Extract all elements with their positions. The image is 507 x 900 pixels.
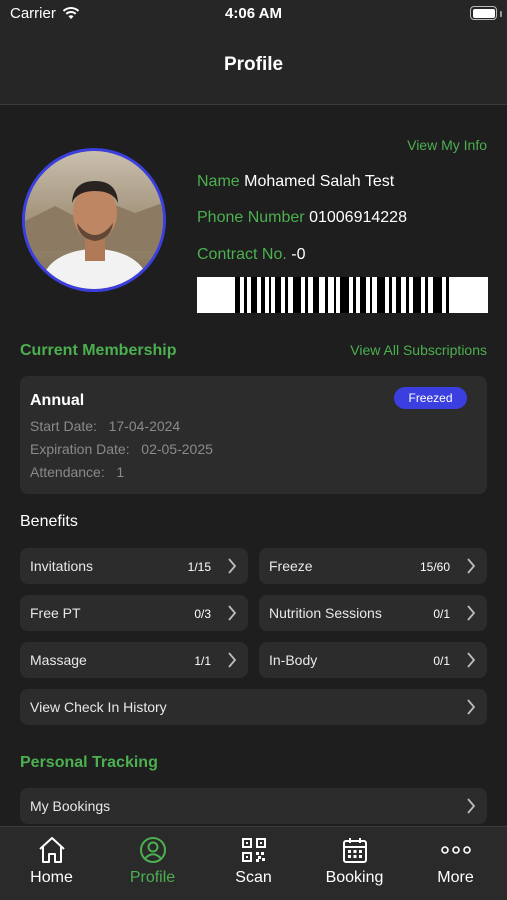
benefit-count: 0/3 xyxy=(194,607,211,621)
contract-label: Contract No. xyxy=(197,246,287,263)
phone-label: Phone Number xyxy=(197,209,305,226)
tab-label: Booking xyxy=(325,869,384,886)
chevron-right-icon xyxy=(467,605,476,621)
tab-home[interactable]: Home xyxy=(1,827,102,900)
benefit-label: Massage xyxy=(30,652,87,668)
benefit-label: Freeze xyxy=(269,558,313,574)
profile-icon xyxy=(140,837,166,863)
page-title: Profile xyxy=(223,54,284,75)
barcode xyxy=(197,277,488,313)
tab-profile[interactable]: Profile xyxy=(102,827,203,900)
plan-name: Annual xyxy=(30,392,85,409)
status-bar: Carrier 4:06 AM xyxy=(0,0,507,28)
chevron-right-icon xyxy=(228,558,237,574)
name-row: Name Mohamed Salah Test xyxy=(197,173,394,191)
benefit-massage[interactable]: Massage 1/1 xyxy=(20,642,248,678)
chevron-right-icon xyxy=(467,699,476,715)
my-bookings-label: My Bookings xyxy=(30,798,111,814)
avatar xyxy=(22,148,166,292)
benefit-label: Invitations xyxy=(30,558,94,574)
membership-card[interactable]: Annual Freezed Start Date: 17-04-2024 Ex… xyxy=(20,376,487,494)
benefit-free-pt[interactable]: Free PT 0/3 xyxy=(20,595,248,631)
benefit-nutrition-sessions[interactable]: Nutrition Sessions 0/1 xyxy=(259,595,487,631)
more-dots-icon xyxy=(441,846,471,854)
chevron-right-icon xyxy=(228,605,237,621)
benefit-count: 0/1 xyxy=(433,607,450,621)
status-badge: Freezed xyxy=(394,387,467,409)
name-value: Mohamed Salah Test xyxy=(244,173,395,190)
benefit-invitations[interactable]: Invitations 1/15 xyxy=(20,548,248,584)
contract-value: -0 xyxy=(291,246,306,263)
start-date-line: Start Date: 17-04-2024 xyxy=(30,418,180,434)
battery-cap xyxy=(500,11,502,17)
calendar-icon xyxy=(343,838,367,863)
benefit-freeze[interactable]: Freeze 15/60 xyxy=(259,548,487,584)
tab-label: Profile xyxy=(129,869,176,886)
nav-bar: Profile xyxy=(0,28,507,105)
benefits-title: Benefits xyxy=(20,513,78,530)
benefit-in-body[interactable]: In-Body 0/1 xyxy=(259,642,487,678)
chevron-right-icon xyxy=(467,558,476,574)
expiration-date-label: Expiration Date: xyxy=(30,441,130,457)
benefit-label: In-Body xyxy=(269,652,318,668)
tab-bar: Home Profile Scan Booking More xyxy=(0,826,507,900)
phone-value: 01006914228 xyxy=(309,209,407,226)
view-my-info-link[interactable]: View My Info xyxy=(407,137,487,153)
benefit-label: Nutrition Sessions xyxy=(269,605,382,621)
battery-icon xyxy=(470,6,497,20)
tab-more[interactable]: More xyxy=(405,827,506,900)
chevron-right-icon xyxy=(228,652,237,668)
view-all-subscriptions-link[interactable]: View All Subscriptions xyxy=(350,342,487,358)
expiration-date-line: Expiration Date: 02-05-2025 xyxy=(30,441,213,457)
personal-tracking-title: Personal Tracking xyxy=(20,754,158,771)
expiration-date-value: 02-05-2025 xyxy=(141,441,213,457)
home-icon xyxy=(39,837,65,863)
chevron-right-icon xyxy=(467,652,476,668)
tab-label: More xyxy=(437,869,474,886)
start-date-label: Start Date: xyxy=(30,418,97,434)
benefit-count: 15/60 xyxy=(419,560,450,574)
tab-booking[interactable]: Booking xyxy=(304,827,405,900)
check-in-history-label: View Check In History xyxy=(30,699,167,715)
attendance-value: 1 xyxy=(116,464,125,480)
chevron-right-icon xyxy=(467,798,476,814)
attendance-label: Attendance: xyxy=(30,464,105,480)
benefit-label: Free PT xyxy=(30,605,81,621)
benefit-count: 1/1 xyxy=(194,654,211,668)
my-bookings-button[interactable]: My Bookings xyxy=(20,788,487,824)
attendance-line: Attendance: 1 xyxy=(30,464,124,480)
view-check-in-history-button[interactable]: View Check In History xyxy=(20,689,487,725)
tab-scan[interactable]: Scan xyxy=(203,827,304,900)
qr-code-icon xyxy=(242,838,266,862)
tab-label: Scan xyxy=(235,869,272,886)
phone-row: Phone Number 01006914228 xyxy=(197,209,407,227)
benefit-count: 0/1 xyxy=(433,654,450,668)
name-label: Name xyxy=(197,173,240,190)
benefit-count: 1/15 xyxy=(187,560,211,574)
status-time: 4:06 AM xyxy=(225,5,282,22)
contract-row: Contract No. -0 xyxy=(197,246,306,264)
current-membership-title: Current Membership xyxy=(20,342,177,359)
tab-label: Home xyxy=(30,869,73,886)
start-date-value: 17-04-2024 xyxy=(108,418,181,434)
